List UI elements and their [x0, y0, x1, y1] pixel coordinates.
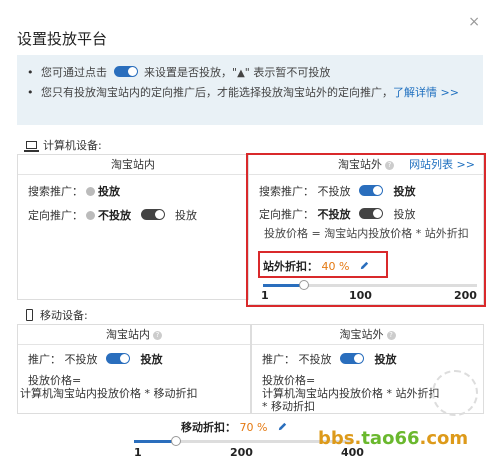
mobile-section-label: 移动设备: [26, 307, 88, 323]
close-icon[interactable]: × [468, 14, 480, 30]
mobile-inside-price: 投放价格= 计算机淘宝站内投放价格 * 移动折扣 [20, 374, 198, 400]
mobile-icon [26, 309, 33, 321]
disabled-toggle-icon [86, 187, 95, 196]
mobile-discount-value: 70 % [239, 421, 268, 434]
mobile-inside-promo-toggle[interactable] [106, 353, 130, 364]
info-notice: • 您可通过点击 来设置是否投放，"▲" 表示暂不可投放 • 您只有投放淘宝站内… [17, 55, 483, 125]
dialog-title: 设置投放平台 [17, 30, 108, 48]
highlight-outside-box [246, 153, 486, 307]
computer-icon [24, 141, 39, 152]
toggle-example-icon [113, 66, 138, 77]
pc-inside-target-row: 定向推广： 不投放 投放 [28, 209, 197, 222]
help-icon[interactable]: ? [386, 331, 396, 340]
disabled-toggle-icon [86, 211, 95, 220]
mobile-discount-row: 移动折扣： 70 % [181, 419, 288, 435]
mobile-slider-min: 1 [134, 446, 142, 459]
notice-line-2: • 您只有投放淘宝站内的定向推广后，才能选择投放淘宝站外的定向推广，了解详情 >… [27, 86, 459, 99]
watermark-text: bbs.tao66.com [318, 428, 469, 449]
mobile-inside-promo-row: 推广： 不投放 投放 [28, 353, 163, 366]
pc-inside-head: 淘宝站内 [18, 155, 248, 175]
slider-handle[interactable] [171, 436, 181, 446]
pc-inside-panel: 淘宝站内 搜索推广： 投放 定向推广： 不投放 投放 [17, 154, 249, 300]
learn-more-link[interactable]: 了解详情 >> [393, 86, 459, 99]
mobile-slider-mid: 200 [230, 446, 253, 459]
help-icon[interactable]: ? [153, 331, 162, 340]
bullet-icon: • [27, 86, 34, 99]
highlight-discount-box [258, 251, 388, 278]
mobile-outside-head: 淘宝站外? [252, 325, 483, 345]
notice-line-1: • 您可通过点击 来设置是否投放，"▲" 表示暂不可投放 [27, 63, 473, 83]
mobile-outside-promo-row: 推广： 不投放 投放 [262, 353, 397, 366]
slider-fill [134, 440, 174, 443]
pc-inside-search-row: 搜索推广： 投放 [28, 185, 120, 198]
watermark-logo-icon [432, 370, 478, 416]
bullet-icon: • [27, 66, 34, 79]
mobile-inside-panel: 淘宝站内? 推广： 不投放 投放 投放价格= 计算机淘宝站内投放价格 * 移动折… [17, 324, 251, 414]
mobile-outside-promo-toggle[interactable] [340, 353, 364, 364]
mobile-outside-price: 投放价格= 计算机淘宝站内投放价格 * 站外折扣 * 移动折扣 [262, 374, 440, 413]
pc-section-label: 计算机设备: [24, 137, 102, 153]
pc-inside-target-toggle[interactable] [140, 209, 165, 220]
mobile-inside-head: 淘宝站内? [18, 325, 250, 345]
edit-icon[interactable] [277, 421, 288, 432]
warning-icon: ▲ [237, 68, 245, 79]
